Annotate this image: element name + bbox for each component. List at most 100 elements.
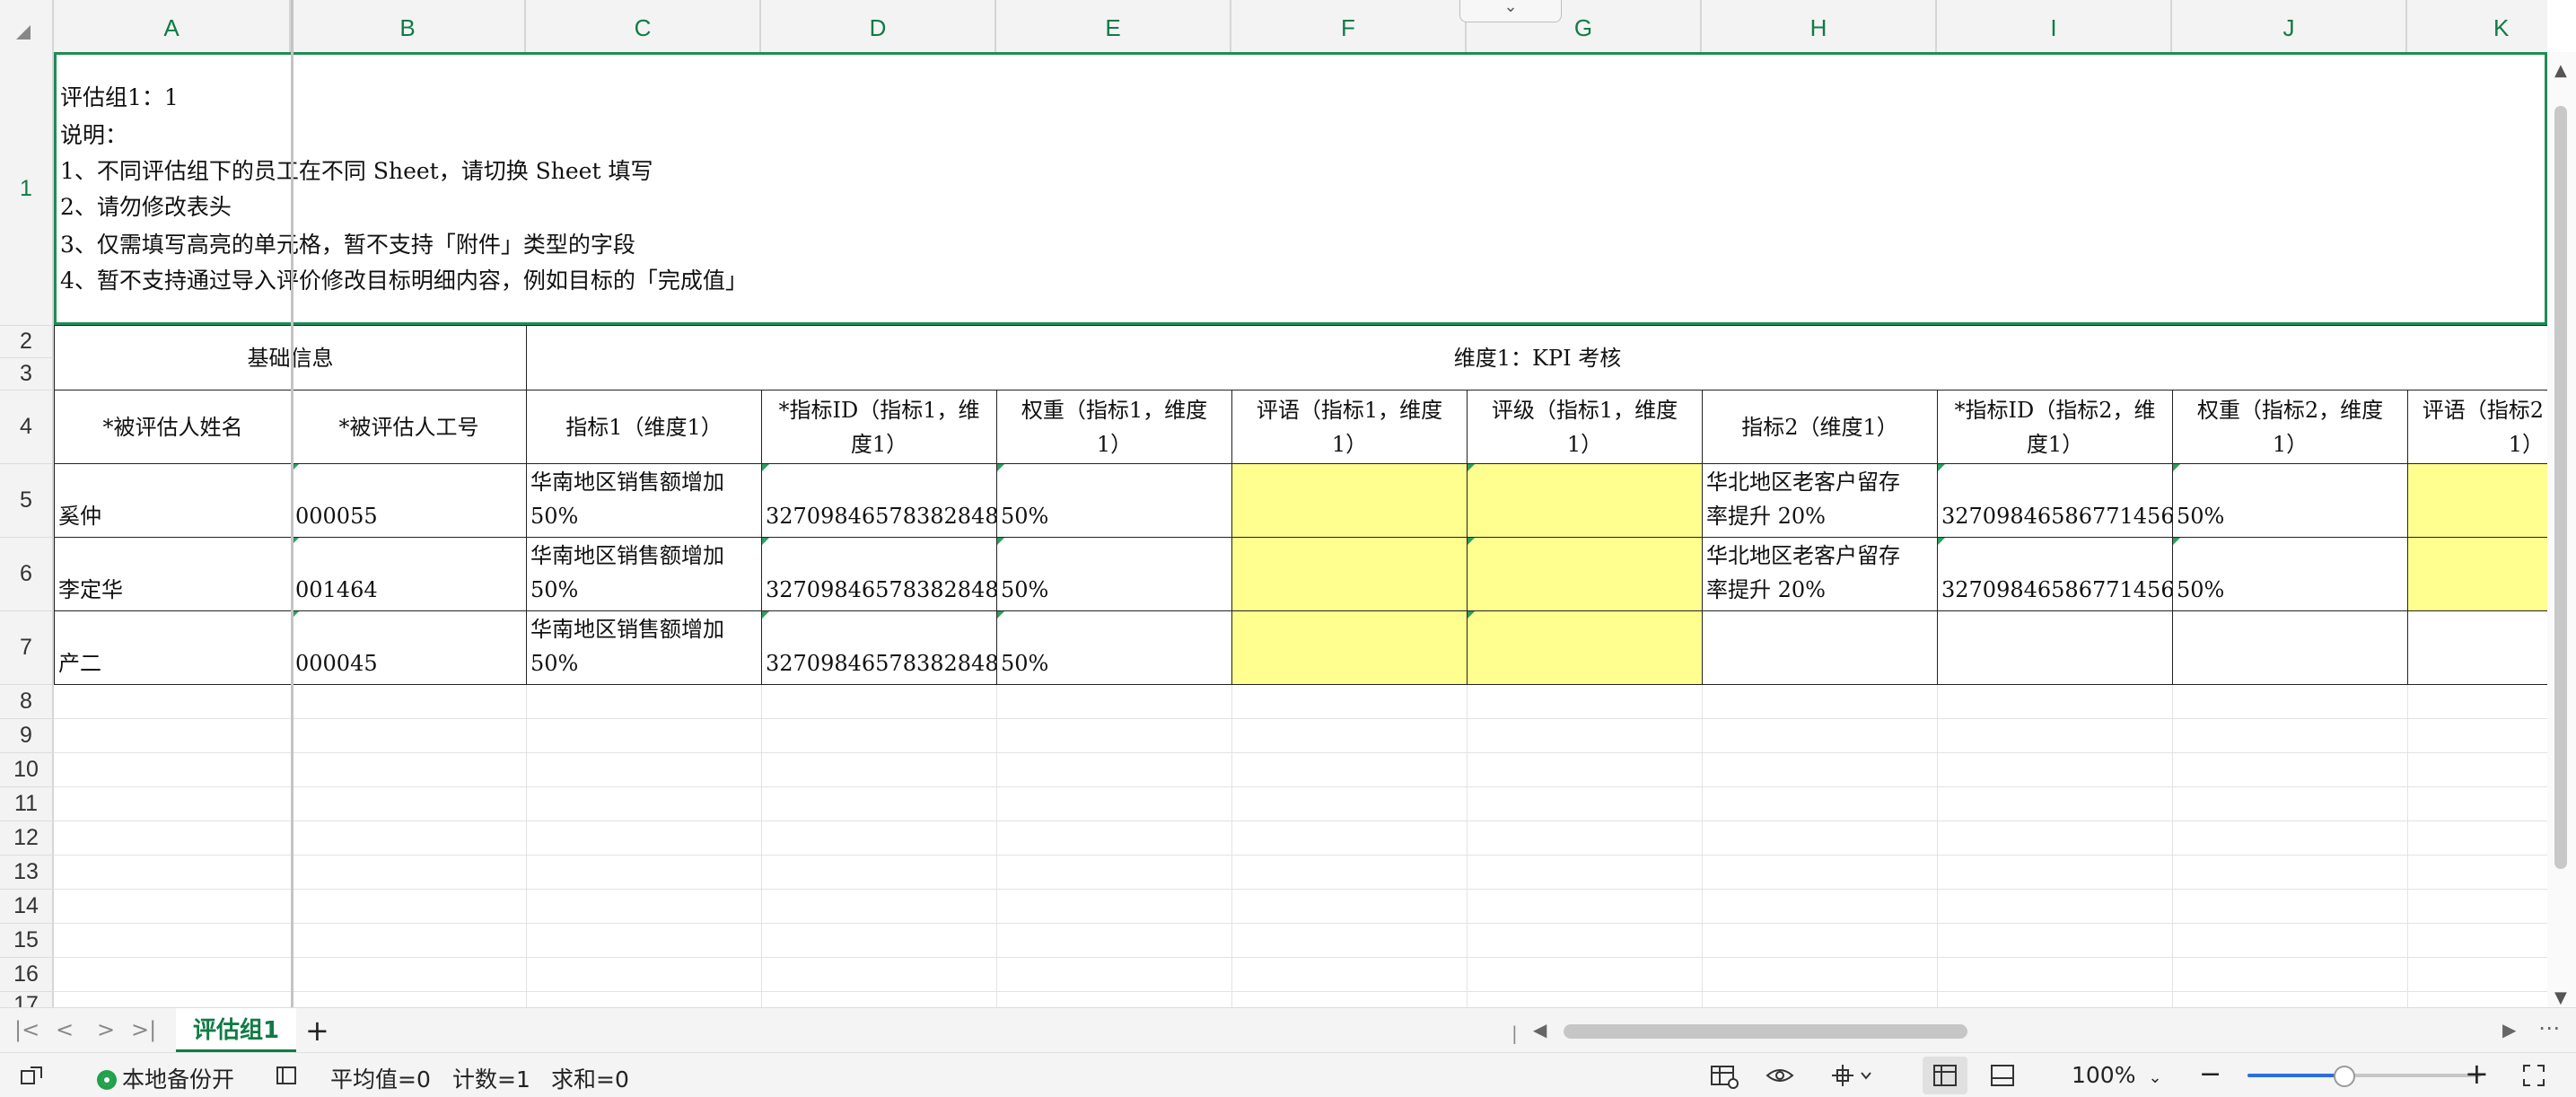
column-header-i[interactable]: I — [1937, 0, 2172, 52]
header-indicator-2[interactable]: 指标2（维度1） — [1702, 390, 1938, 464]
count-stat[interactable]: 计数=1 — [452, 1062, 530, 1094]
row-header-15[interactable]: 15 — [0, 923, 52, 957]
cell-i5[interactable]: 327098465867714562 — [1937, 463, 2173, 538]
sidebar-toggle-icon[interactable] — [273, 1062, 300, 1094]
column-header-j[interactable]: J — [2172, 0, 2407, 52]
cell-k6[interactable] — [2407, 537, 2547, 611]
horizontal-scroll-thumb[interactable] — [1564, 1024, 1967, 1039]
cell-j7[interactable] — [2172, 610, 2408, 685]
local-backup-status[interactable]: 本地备份开 — [97, 1062, 234, 1094]
macro-icon[interactable] — [18, 1062, 45, 1094]
row-header-7[interactable]: 7 — [0, 610, 52, 684]
collapse-toolbar-button[interactable]: ⌄ — [1459, 0, 1562, 22]
column-header-f[interactable]: F — [1231, 0, 1467, 52]
row-header-8[interactable]: 8 — [0, 684, 52, 718]
cell-i6[interactable]: 327098465867714563 — [1937, 537, 2173, 611]
cell-g7[interactable] — [1467, 610, 1703, 685]
vertical-scroll-thumb[interactable] — [2554, 106, 2567, 869]
cell-c6[interactable]: 华南地区销售额增加 50% — [526, 537, 762, 611]
header-employee-id[interactable]: *被评估人工号 — [291, 390, 527, 464]
header-weight-1[interactable]: 权重（指标1，维度 1） — [996, 390, 1232, 464]
cell-k7[interactable] — [2407, 610, 2547, 685]
last-sheet-icon[interactable]: >| — [131, 1017, 156, 1042]
cell-f7[interactable] — [1231, 610, 1468, 685]
row-header-11[interactable]: 11 — [0, 786, 52, 821]
cell-f6[interactable] — [1231, 537, 1468, 611]
expand-icon[interactable]: ⋯ — [2538, 1015, 2560, 1040]
cell-i7[interactable] — [1937, 610, 2173, 685]
row-header-16[interactable]: 16 — [0, 957, 52, 991]
cell-h5[interactable]: 华北地区老客户留存 率提升 20% — [1702, 463, 1938, 538]
column-header-d[interactable]: D — [761, 0, 996, 52]
header-rating-1[interactable]: 评级（指标1，维度 1） — [1467, 390, 1703, 464]
row-header-14[interactable]: 14 — [0, 889, 52, 923]
cell-a6[interactable]: 李定华 — [54, 537, 292, 611]
header-indicator-1-id[interactable]: *指标ID（指标1，维 度1） — [761, 390, 997, 464]
cell-f5[interactable] — [1231, 463, 1468, 538]
sum-stat[interactable]: 求和=0 — [551, 1062, 629, 1094]
zoom-level-select[interactable]: 100% ⌄ — [2072, 1062, 2162, 1088]
cell-j6[interactable]: 50% — [2172, 537, 2408, 611]
first-sheet-icon[interactable]: |< — [14, 1017, 39, 1042]
cell-d7[interactable]: 327098465783828481 — [761, 610, 997, 685]
header-comment-2[interactable]: 评语（指标2 1） — [2407, 390, 2547, 464]
cell-a5[interactable]: 奚仲 — [54, 463, 292, 538]
vertical-scrollbar[interactable]: ▲ ▼ — [2547, 52, 2576, 1007]
cell-j5[interactable]: 50% — [2172, 463, 2408, 538]
zoom-in-button[interactable]: + — [2465, 1057, 2489, 1091]
prev-sheet-icon[interactable]: < — [56, 1017, 74, 1042]
grid-area[interactable]: A B C D E F G H I J K 1 2 3 4 5 6 7 8 9 … — [0, 0, 2547, 1007]
header-indicator-2-id[interactable]: *指标ID（指标2，维 度1） — [1937, 390, 2173, 464]
scroll-left-icon[interactable]: ◀ — [1533, 1019, 1546, 1040]
cell-c7[interactable]: 华南地区销售额增加 50% — [526, 610, 762, 685]
cell-a7[interactable]: 产二 — [54, 610, 292, 685]
column-header-a[interactable]: A — [54, 0, 291, 52]
normal-view-icon[interactable] — [1932, 1062, 1958, 1094]
fullscreen-icon[interactable] — [2520, 1062, 2547, 1094]
cell-g5[interactable] — [1467, 463, 1703, 538]
cell-e6[interactable]: 50% — [996, 537, 1232, 611]
table-style-icon[interactable] — [1709, 1062, 1739, 1094]
row-header-5[interactable]: 5 — [0, 463, 52, 537]
header-indicator-1[interactable]: 指标1（维度1） — [526, 390, 762, 464]
column-header-h[interactable]: H — [1702, 0, 1937, 52]
cell-b6[interactable]: 001464 — [291, 537, 527, 611]
row-header-6[interactable]: 6 — [0, 537, 52, 610]
navigate-icon[interactable] — [1829, 1062, 1874, 1094]
add-sheet-button[interactable]: + — [305, 1014, 329, 1048]
cell-h7[interactable] — [1702, 610, 1938, 685]
row-header-2[interactable]: 2 — [0, 325, 52, 357]
cell-c5[interactable]: 华南地区销售额增加 50% — [526, 463, 762, 538]
tab-splitter-icon[interactable]: | — [1511, 1022, 1518, 1044]
column-header-k[interactable]: K — [2407, 0, 2547, 52]
row-header-1[interactable]: 1 — [0, 52, 52, 325]
cell-e7[interactable]: 50% — [996, 610, 1232, 685]
sheet-tab-active[interactable]: 评估组1 — [176, 1008, 296, 1053]
cell-d5[interactable]: 327098465783828482 — [761, 463, 997, 538]
scroll-down-icon[interactable]: ▼ — [2554, 988, 2567, 1007]
page-view-icon[interactable] — [1989, 1062, 2016, 1094]
cell-g6[interactable] — [1467, 537, 1703, 611]
zoom-out-button[interactable]: − — [2199, 1058, 2221, 1090]
instructions-cell[interactable]: 评估组1：1 说明： 1、不同评估组下的员工在不同 Sheet，请切换 Shee… — [54, 52, 2547, 325]
row-header-3[interactable]: 3 — [0, 357, 52, 390]
header-weight-2[interactable]: 权重（指标2，维度 1） — [2172, 390, 2408, 464]
header-comment-1[interactable]: 评语（指标1，维度 1） — [1231, 390, 1468, 464]
scroll-up-icon[interactable]: ▲ — [2554, 61, 2567, 80]
eye-icon[interactable] — [1765, 1062, 1795, 1094]
row-header-13[interactable]: 13 — [0, 855, 52, 889]
cell-b5[interactable]: 000055 — [291, 463, 527, 538]
cell-d6[interactable]: 327098465783828483 — [761, 537, 997, 611]
column-header-b[interactable]: B — [291, 0, 526, 52]
scroll-right-icon[interactable]: ▶ — [2502, 1019, 2516, 1040]
next-sheet-icon[interactable]: > — [97, 1017, 115, 1042]
cell-e5[interactable]: 50% — [996, 463, 1232, 538]
row-header-10[interactable]: 10 — [0, 752, 52, 786]
cell-k5[interactable] — [2407, 463, 2547, 538]
average-stat[interactable]: 平均值=0 — [330, 1062, 431, 1094]
zoom-slider-handle[interactable] — [2334, 1066, 2355, 1087]
row-header-12[interactable]: 12 — [0, 821, 52, 855]
row-header-9[interactable]: 9 — [0, 718, 52, 752]
select-all-corner[interactable] — [0, 0, 54, 52]
group-header-kpi[interactable]: 维度1：KPI 考核 — [526, 325, 2547, 391]
